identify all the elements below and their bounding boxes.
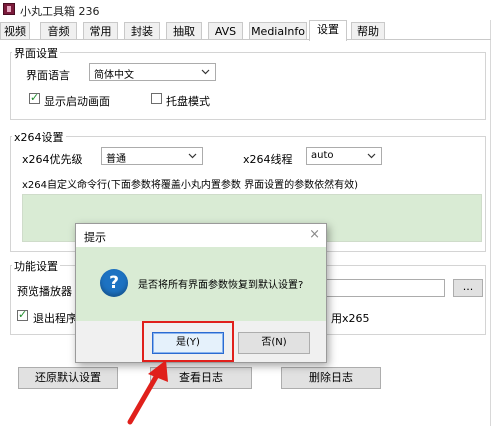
- x264-settings-title: x264设置: [12, 129, 66, 145]
- language-value: 简体中文: [94, 70, 134, 81]
- interface-settings-title: 界面设置: [12, 45, 60, 61]
- show-splash-checkbox[interactable]: [29, 91, 40, 104]
- tab-mux[interactable]: 封装: [124, 22, 160, 40]
- x264-priority-select[interactable]: 普通: [101, 147, 203, 165]
- question-icon: ?: [100, 269, 128, 297]
- delete-log-button[interactable]: 删除日志: [281, 367, 381, 389]
- close-icon[interactable]: ×: [309, 227, 320, 242]
- dialog-body: ? 是否将所有界面参数恢复到默认设置?: [76, 247, 326, 321]
- x264-priority-label: x264优先级: [22, 153, 83, 166]
- tab-common[interactable]: 常用: [83, 22, 118, 40]
- tray-mode-label: 托盘模式: [166, 95, 210, 108]
- no-button[interactable]: 否(N): [238, 332, 310, 354]
- tab-mediainfo[interactable]: MediaInfo: [249, 22, 307, 40]
- app-icon: [3, 3, 15, 15]
- tray-mode-checkbox[interactable]: [151, 93, 162, 104]
- function-settings-title: 功能设置: [12, 258, 60, 274]
- player-label: 预览播放器: [17, 285, 72, 298]
- browse-button[interactable]: ...: [453, 279, 483, 297]
- window-title: 小丸工具箱 236: [20, 5, 100, 18]
- title-bar: 小丸工具箱 236: [0, 0, 491, 20]
- exit-checkbox[interactable]: [17, 308, 28, 321]
- language-select[interactable]: 简体中文: [89, 63, 216, 81]
- chevron-down-icon: [201, 69, 210, 75]
- exit-label: 退出程序: [33, 312, 77, 325]
- chevron-down-icon: [188, 153, 197, 159]
- interface-settings-group: [10, 52, 486, 120]
- tab-help[interactable]: 帮助: [351, 22, 385, 40]
- language-label: 界面语言: [26, 69, 70, 82]
- annotation-arrow-icon: [127, 360, 168, 425]
- dialog-message: 是否将所有界面参数恢复到默认设置?: [138, 280, 304, 291]
- dialog-title: 提示: [84, 231, 106, 244]
- show-splash-label: 显示启动画面: [44, 95, 110, 108]
- tab-extract[interactable]: 抽取: [166, 22, 202, 40]
- tab-avs[interactable]: AVS: [208, 22, 243, 40]
- tab-settings[interactable]: 设置: [309, 20, 347, 41]
- x264-custom-cmd-label: x264自定义命令行(下面参数将覆盖小丸内置参数 界面设置的参数依然有效): [22, 180, 358, 191]
- x264-priority-value: 普通: [106, 154, 126, 165]
- x264-threads-value: auto: [311, 150, 334, 161]
- x264-threads-label: x264线程: [243, 153, 293, 166]
- x264-threads-select[interactable]: auto: [306, 147, 382, 165]
- x265-label: 用x265: [331, 312, 370, 325]
- tab-audio[interactable]: 音频: [40, 22, 77, 40]
- tab-divider: [0, 39, 491, 40]
- restore-defaults-button[interactable]: 还原默认设置: [18, 367, 118, 389]
- chevron-down-icon: [367, 153, 376, 159]
- tab-bar: 视频 音频 常用 封装 抽取 AVS MediaInfo 设置 帮助: [0, 20, 491, 41]
- tab-video[interactable]: 视频: [0, 22, 30, 40]
- player-path-input[interactable]: [324, 279, 445, 297]
